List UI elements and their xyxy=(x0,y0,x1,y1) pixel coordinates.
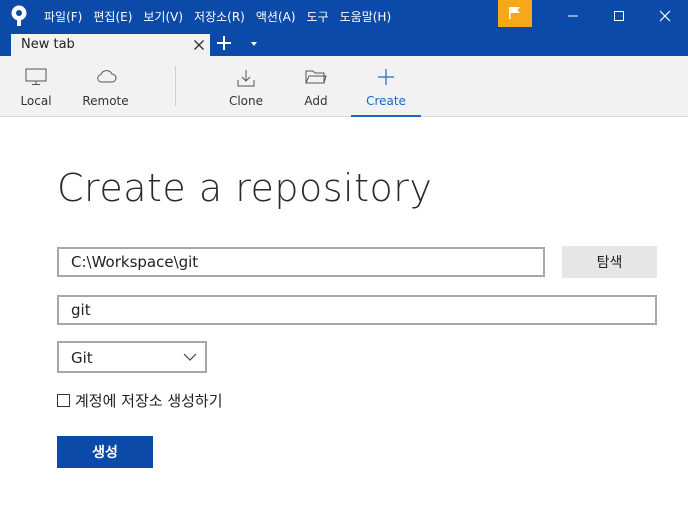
tab-label: New tab xyxy=(21,37,75,52)
vcs-type-value: Git xyxy=(71,349,93,367)
menu-tools[interactable]: 도구 xyxy=(307,8,329,25)
title-bar: 파일(F) 편집(E) 보기(V) 저장소(R) 액션(A) 도구 도움말(H) xyxy=(0,0,688,32)
create-repository-button[interactable]: 생성 xyxy=(57,436,153,468)
toolbar-separator xyxy=(175,66,176,106)
create-tab-button[interactable]: Create xyxy=(351,56,421,117)
notification-flag-button[interactable] xyxy=(498,0,532,27)
cloud-icon xyxy=(96,70,116,83)
clone-button[interactable]: Clone xyxy=(220,56,272,117)
maximize-button[interactable] xyxy=(596,0,642,32)
clone-label: Clone xyxy=(228,94,264,108)
download-icon xyxy=(237,70,255,87)
menu-help[interactable]: 도움말(H) xyxy=(340,8,392,25)
minimize-icon xyxy=(568,15,578,17)
menu-file[interactable]: 파일(F) xyxy=(44,8,82,25)
close-icon xyxy=(659,10,671,22)
minimize-button[interactable] xyxy=(550,0,596,32)
browse-button[interactable]: 탐색 xyxy=(562,246,657,278)
add-tab-icon[interactable] xyxy=(216,35,232,51)
close-window-button[interactable] xyxy=(642,0,688,32)
remote-button[interactable]: Remote xyxy=(78,56,133,117)
create-on-account-checkbox[interactable] xyxy=(57,393,70,407)
local-button[interactable]: Local xyxy=(11,56,61,117)
flag-icon xyxy=(509,7,520,19)
destination-path-input[interactable] xyxy=(57,247,545,277)
monitor-icon xyxy=(25,68,47,85)
vcs-type-select[interactable]: Git xyxy=(57,341,207,373)
menu-edit[interactable]: 편집(E) xyxy=(93,8,132,25)
maximize-icon xyxy=(614,11,624,21)
repository-name-input[interactable] xyxy=(57,295,657,325)
add-label: Add xyxy=(304,94,328,108)
create-on-account-option[interactable]: 계정에 저장소 생성하기 xyxy=(57,390,223,410)
local-label: Local xyxy=(20,94,52,108)
menu-repository[interactable]: 저장소(R) xyxy=(194,8,245,25)
page-title: Create a repository xyxy=(57,166,433,210)
menu-actions[interactable]: 액션(A) xyxy=(256,8,296,25)
sourcetree-logo-icon[interactable] xyxy=(9,5,29,27)
close-tab-icon[interactable] xyxy=(194,40,204,50)
chevron-down-icon xyxy=(183,353,197,361)
remote-label: Remote xyxy=(82,94,129,108)
tab-bar: New tab xyxy=(0,32,688,56)
folder-icon xyxy=(305,70,327,84)
create-label: Create xyxy=(366,94,406,108)
menu-view[interactable]: 보기(V) xyxy=(143,8,183,25)
add-button[interactable]: Add xyxy=(292,56,340,117)
create-on-account-label: 계정에 저장소 생성하기 xyxy=(75,391,223,410)
menu-bar: 파일(F) 편집(E) 보기(V) 저장소(R) 액션(A) 도구 도움말(H) xyxy=(44,0,402,32)
plus-icon xyxy=(378,69,394,85)
tab-new-tab[interactable]: New tab xyxy=(11,34,210,56)
tab-dropdown-icon[interactable] xyxy=(249,41,259,47)
toolbar: Local Remote Clone Add Create xyxy=(0,56,688,117)
